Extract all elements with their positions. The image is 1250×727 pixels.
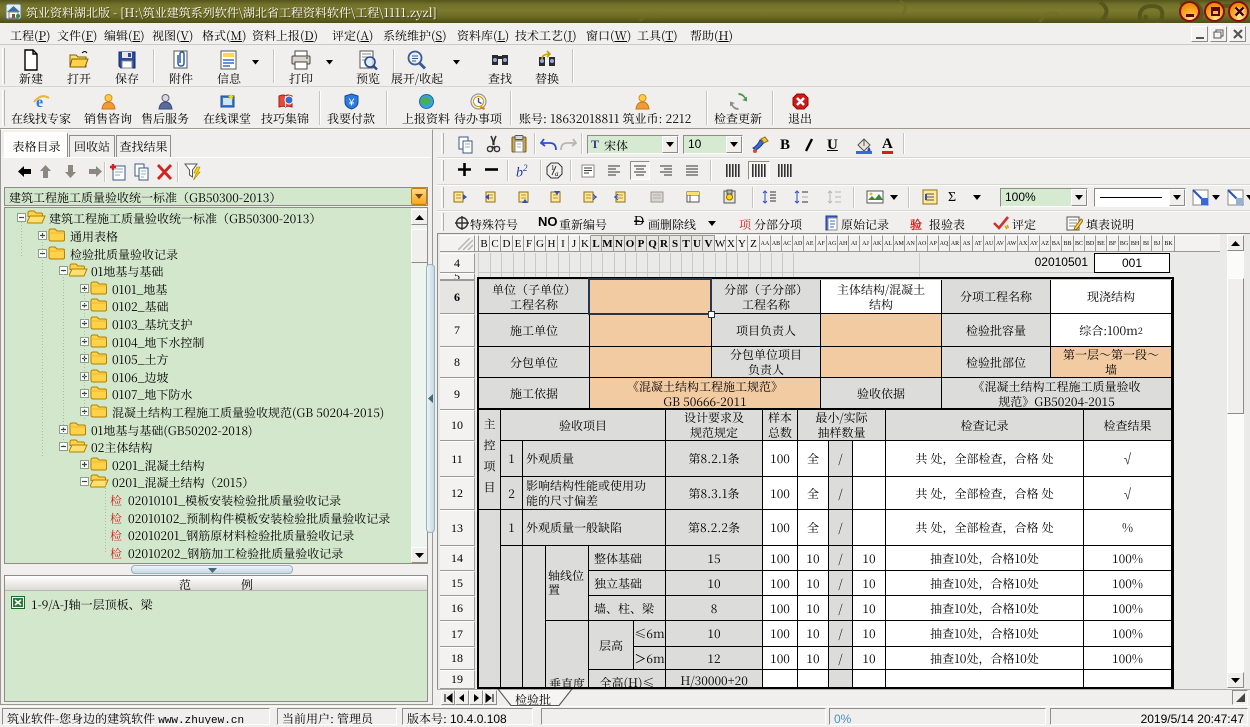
svg-text:a: a bbox=[555, 170, 559, 178]
svg-text:¥: ¥ bbox=[348, 98, 355, 109]
